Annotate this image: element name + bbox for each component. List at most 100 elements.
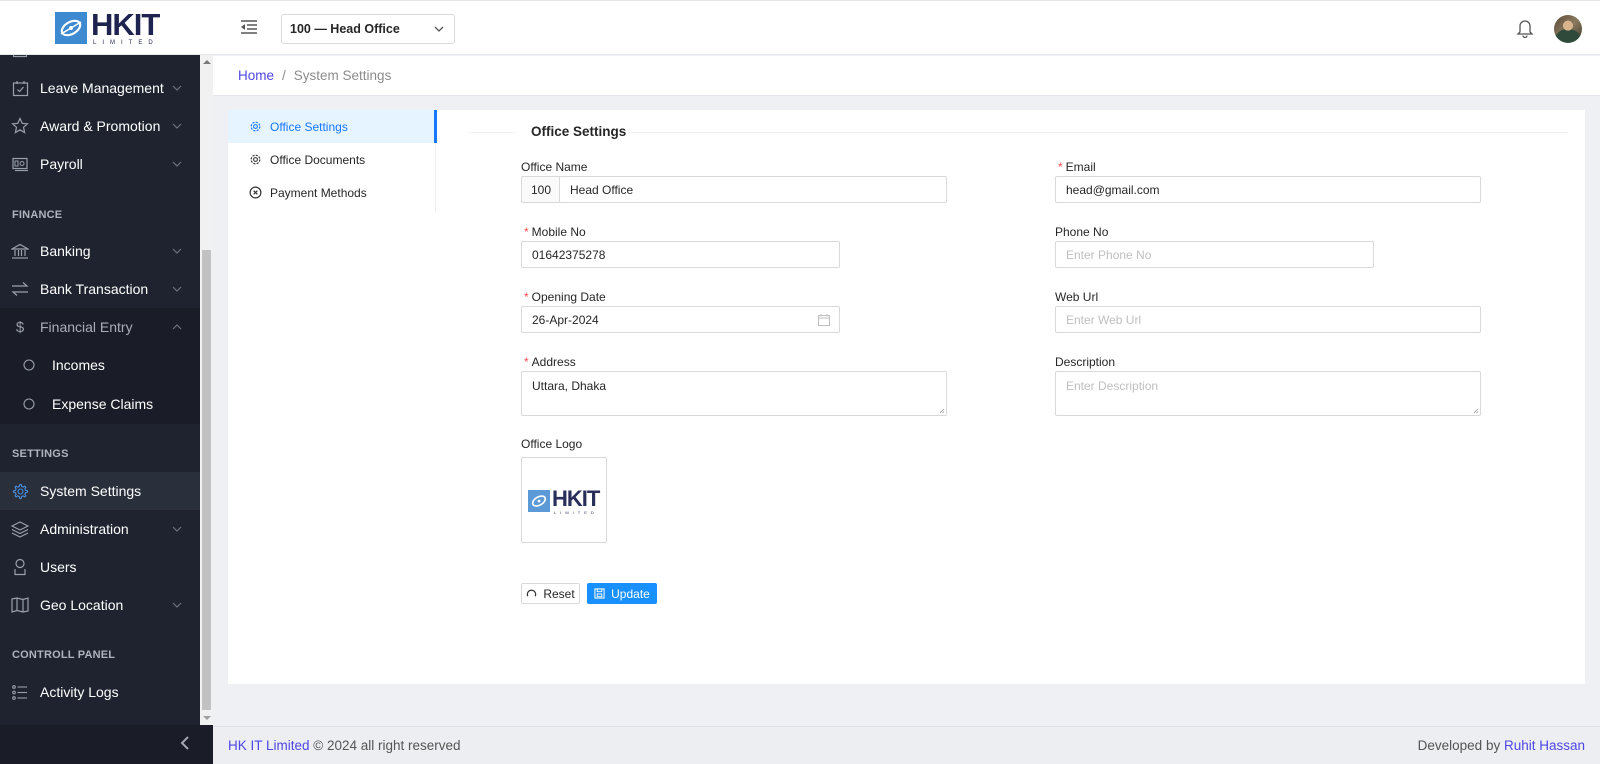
update-button[interactable]: Update [587, 583, 657, 604]
email-input[interactable]: head@gmail.com [1055, 176, 1481, 203]
scroll-down-arrow-icon[interactable] [203, 716, 211, 720]
scroll-up-arrow-icon[interactable] [203, 60, 211, 64]
tab-payment-methods[interactable]: Payment Methods [228, 176, 436, 209]
chevron-down-icon [172, 121, 184, 132]
swap-icon [11, 280, 29, 298]
calendar-check-icon [11, 79, 29, 97]
sidebar-item-payroll[interactable]: Payroll [0, 145, 200, 183]
calendar-icon [11, 55, 29, 59]
sidebar-subitem-incomes[interactable]: Incomes [0, 346, 200, 384]
breadcrumb-separator: / [282, 68, 286, 83]
chevron-down-icon [172, 284, 184, 295]
calendar-icon[interactable] [818, 314, 830, 326]
sidebar-item-label: System Settings [40, 483, 142, 499]
office-name-label: Office Name [521, 160, 588, 174]
resize-handle-icon[interactable] [939, 408, 945, 414]
copyright-text: © 2024 all right reserved [309, 738, 461, 753]
user-icon [11, 558, 29, 576]
sidebar-item-attendance[interactable]: Attendance [0, 55, 200, 69]
breadcrumb: Home / System Settings [213, 56, 1600, 96]
address-textarea[interactable]: Uttara, Dhaka [521, 371, 947, 416]
address-value: Uttara, Dhaka [532, 379, 607, 393]
office-name-input[interactable]: Head Office [559, 176, 947, 203]
settings-card: Office Settings Office Documents Payment… [228, 110, 1585, 684]
tab-label: Office Documents [270, 152, 366, 167]
sidebar-section-control-panel: CONTROLL PANEL [12, 649, 116, 661]
settings-tabs: Office Settings Office Documents Payment… [228, 110, 437, 212]
sidebar-collapse-bar [0, 725, 213, 764]
bank-icon [11, 242, 29, 260]
sidebar-item-users[interactable]: Users [0, 548, 200, 586]
sidebar-scrollbar[interactable] [200, 55, 213, 725]
sidebar-item-administration[interactable]: Administration [0, 510, 200, 548]
logo-text: HKIT [91, 7, 160, 42]
phone-no-input[interactable]: Enter Phone No [1055, 241, 1374, 268]
mobile-no-input[interactable]: 01642375278 [521, 241, 840, 268]
divider-line [628, 132, 1568, 133]
user-avatar[interactable] [1554, 15, 1582, 43]
sidebar-item-label: Geo Location [40, 597, 124, 613]
footer-copyright: HK IT Limited © 2024 all right reserved [228, 738, 461, 753]
save-icon [594, 588, 605, 599]
address-label: * Address [524, 355, 576, 369]
sidebar-item-label: Payroll [40, 156, 83, 172]
list-icon [11, 683, 29, 701]
web-url-input[interactable]: Enter Web Url [1055, 306, 1481, 333]
breadcrumb-home-link[interactable]: Home [238, 68, 274, 83]
sidebar-item-geo-location[interactable]: Geo Location [0, 586, 200, 624]
office-logo-upload[interactable]: HKIT LIMITED [521, 457, 607, 543]
label-text: Opening Date [531, 290, 606, 304]
sidebar-item-bank-transaction[interactable]: Bank Transaction [0, 270, 200, 308]
required-mark: * [524, 355, 529, 369]
chevron-down-icon [172, 524, 184, 535]
office-code-addon: 100 [521, 176, 560, 203]
circle-icon [20, 356, 38, 374]
phone-no-label: Phone No [1055, 225, 1109, 239]
label-text: Address [531, 355, 576, 369]
circle-icon [20, 395, 38, 413]
office-logo-label: Office Logo [521, 437, 583, 451]
sidebar-item-label: Award & Promotion [40, 118, 161, 134]
tab-office-documents[interactable]: Office Documents [228, 143, 436, 176]
divider-line [468, 132, 516, 133]
sidebar-item-award-promotion[interactable]: Award & Promotion [0, 107, 200, 145]
description-label: Description [1055, 355, 1116, 369]
form-section-title: Office Settings [468, 122, 1568, 142]
collapse-sidebar-chevron-left-icon[interactable] [180, 736, 194, 752]
label-text: Email [1065, 160, 1096, 174]
developed-by-text: Developed by [1417, 738, 1504, 753]
notification-bell-icon[interactable] [1516, 18, 1534, 39]
description-textarea[interactable]: Enter Description [1055, 371, 1481, 416]
mobile-no-label: * Mobile No [524, 225, 586, 239]
sidebar-section-finance: FINANCE [12, 209, 63, 221]
top-header: HKIT LIMITED 100 — Head Office [0, 0, 1600, 55]
sidebar-item-system-settings[interactable]: System Settings [0, 472, 200, 510]
sidebar-subitem-expense-claims[interactable]: Expense Claims [0, 384, 200, 424]
opening-date-picker[interactable]: 26-Apr-2024 [521, 306, 840, 333]
sidebar-item-label: Expense Claims [52, 396, 154, 412]
sidebar-item-financial-entry[interactable]: $ Financial Entry [0, 308, 200, 346]
tab-label: Office Settings [270, 119, 348, 134]
footer: HK IT Limited © 2024 all right reserved … [213, 726, 1600, 764]
chevron-down-icon [172, 159, 184, 170]
scrollbar-thumb[interactable] [202, 250, 211, 710]
office-select-value: 100 — Head Office [290, 22, 400, 36]
resize-handle-icon[interactable] [1473, 408, 1479, 414]
logo-subtext: LIMITED [554, 510, 598, 515]
gear-icon [248, 153, 262, 167]
sidebar-item-banking[interactable]: Banking [0, 232, 200, 270]
company-logo[interactable]: HKIT LIMITED [55, 7, 160, 46]
logo-subtext: LIMITED [93, 40, 159, 46]
company-link[interactable]: HK IT Limited [228, 738, 310, 753]
developer-link[interactable]: Ruhit Hassan [1504, 738, 1585, 753]
sidebar-section-settings: SETTINGS [12, 448, 69, 460]
sidebar-item-activity-logs[interactable]: Activity Logs [0, 673, 200, 711]
reset-button[interactable]: Reset [521, 583, 580, 604]
required-mark: * [524, 290, 529, 304]
office-select[interactable]: 100 — Head Office [281, 14, 455, 44]
menu-fold-icon[interactable] [240, 18, 258, 36]
tab-office-settings[interactable]: Office Settings [228, 110, 437, 143]
breadcrumb-current: System Settings [293, 68, 392, 83]
required-mark: * [524, 225, 529, 239]
sidebar-item-leave-management[interactable]: Leave Management [0, 69, 200, 107]
